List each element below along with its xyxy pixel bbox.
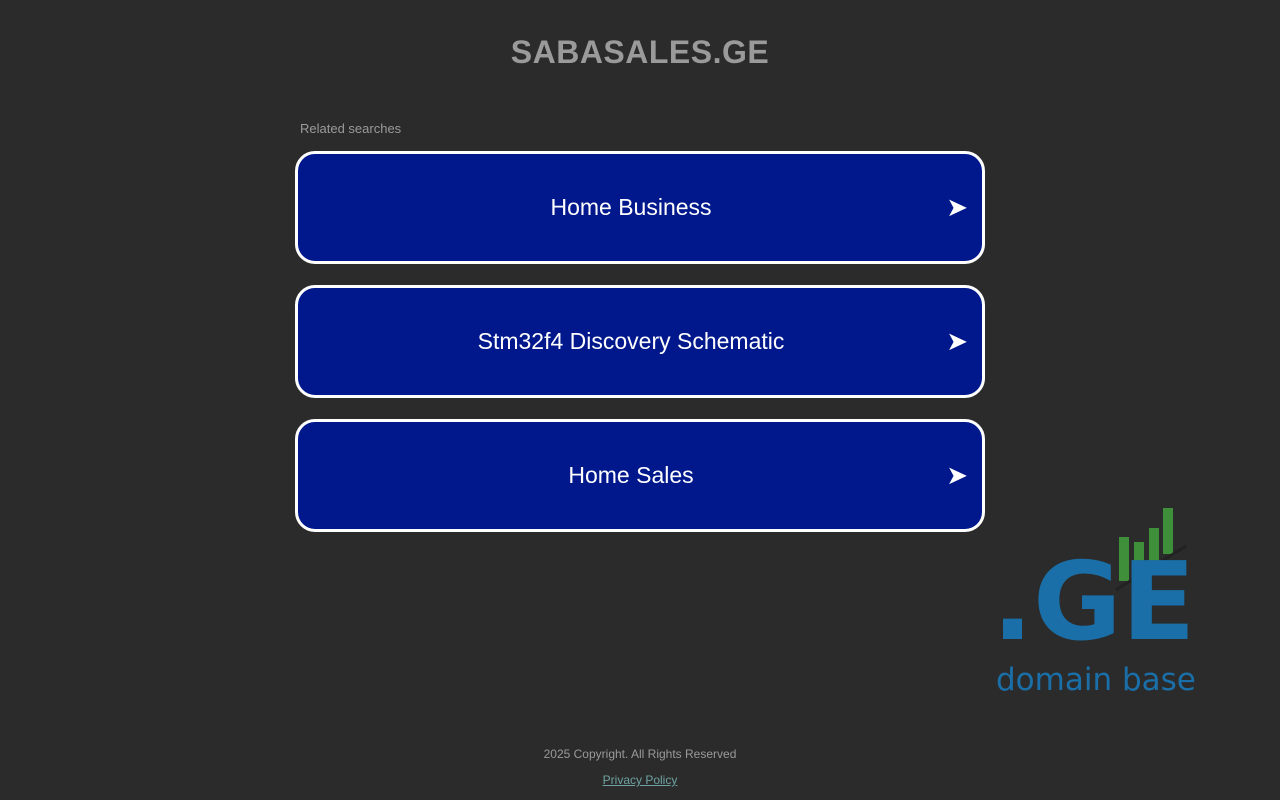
footer-links: Privacy Policy (0, 773, 1280, 787)
domain-base-logo: .GE domain base (990, 500, 1200, 700)
related-search-label: Home Sales (568, 462, 694, 488)
footer-copyright: 2025 Copyright. All Rights Reserved (543, 747, 737, 761)
logo-mark: .GE (992, 540, 1195, 665)
related-search-home-sales[interactable]: Home Sales ➤ (295, 419, 985, 532)
logo-tagline: domain base (996, 662, 1196, 698)
parked-domain-page: SABASALES.GE Related searches Home Busin… (0, 0, 1280, 800)
ge-logo-icon: .GE domain base (992, 508, 1196, 698)
related-search-home-business[interactable]: Home Business ➤ (295, 151, 985, 264)
arrow-right-icon: ➤ (946, 192, 968, 222)
related-search-label: Home Business (550, 194, 712, 220)
privacy-policy-link[interactable]: Privacy Policy (603, 773, 678, 787)
arrow-right-icon: ➤ (946, 326, 968, 356)
related-search-stm32f4-discovery-schematic[interactable]: Stm32f4 Discovery Schematic ➤ (295, 285, 985, 398)
arrow-right-icon: ➤ (946, 460, 968, 490)
site-title: SABASALES.GE (510, 34, 770, 70)
related-searches-label: Related searches (300, 121, 402, 136)
related-search-label: Stm32f4 Discovery Schematic (477, 328, 785, 354)
